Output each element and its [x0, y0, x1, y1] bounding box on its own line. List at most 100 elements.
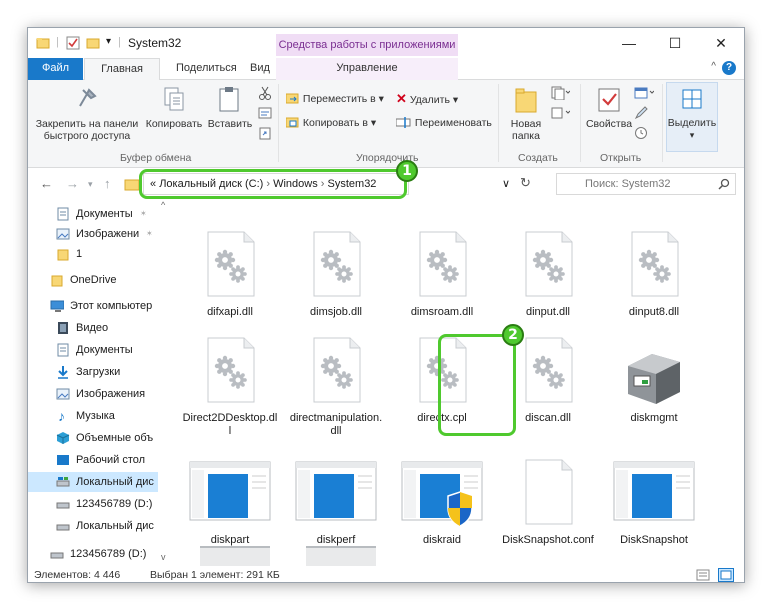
maximize-button[interactable]: ☐ [652, 28, 698, 58]
dll-file-icon [419, 231, 467, 297]
nav-item-pictures[interactable]: Изображения [28, 384, 174, 404]
nav-item-desktop[interactable]: Рабочий стол [28, 450, 174, 470]
nav-item-3d-objects[interactable]: Объемные объ [28, 428, 174, 448]
nav-item-folder-1[interactable]: 1 [28, 244, 174, 264]
nav-pane-scrollbar[interactable]: ^ v [158, 200, 174, 566]
nav-item-drive-d-root[interactable]: 123456789 (D:) [28, 544, 174, 564]
copy-to-button[interactable]: Копировать в ▾ [285, 114, 376, 132]
file-item[interactable]: directmanipulation.dll [288, 336, 384, 438]
file-item[interactable]: dimsroam.dll [394, 230, 490, 319]
easy-access-icon[interactable] [550, 106, 570, 120]
select-label: Выделить [667, 117, 717, 129]
dll-file-icon [313, 231, 361, 297]
properties-label: Свойства [585, 118, 633, 130]
copy-button[interactable]: Копировать [144, 86, 204, 130]
open-icon[interactable] [634, 86, 654, 100]
file-item[interactable]: diskpart [182, 458, 278, 547]
pin-quick-access-button[interactable]: Закрепить на панели быстрого доступа [32, 86, 142, 142]
annotation-highlight-directx [438, 334, 516, 436]
properties-button[interactable]: Свойства [584, 86, 634, 130]
tab-share[interactable]: Поделиться [166, 58, 247, 80]
file-item-partial[interactable] [306, 546, 376, 566]
address-dropdown-icon[interactable]: ∨ [502, 177, 510, 190]
file-item[interactable]: diskraid [394, 458, 490, 547]
disk-management-icon [628, 354, 680, 404]
up-button[interactable]: ↑ [104, 176, 111, 191]
file-item-partial[interactable] [200, 546, 270, 566]
properties-check-icon[interactable] [66, 36, 80, 50]
search-input[interactable]: Поиск: System32 [556, 173, 736, 195]
tab-file[interactable]: Файл [28, 58, 83, 80]
details-view-icon[interactable] [696, 569, 710, 581]
nav-item-music[interactable]: ♪ Музыка [28, 406, 174, 426]
copy-label: Копировать [145, 118, 203, 130]
select-button[interactable]: Выделить ▾ [666, 82, 718, 152]
open-group-label: Открыть [600, 152, 642, 164]
tab-manage[interactable]: Управление [276, 58, 458, 80]
copy-path-icon[interactable] [258, 106, 272, 120]
large-icons-view-icon[interactable] [718, 568, 734, 582]
nav-item-label: Изображения [76, 388, 146, 400]
back-button[interactable]: ← [40, 176, 53, 191]
folder-icon [36, 38, 50, 49]
video-icon [58, 322, 68, 334]
new-folder-icon[interactable] [86, 36, 100, 50]
close-button[interactable]: ✕ [698, 28, 744, 58]
rename-button[interactable]: Переименовать [395, 114, 492, 132]
exe-file-icon [189, 461, 271, 521]
new-item-icon[interactable] [550, 86, 570, 100]
collapse-ribbon-icon[interactable]: ^ [711, 61, 716, 72]
scroll-down-icon[interactable]: v [161, 552, 166, 562]
file-item[interactable]: dimsjob.dll [288, 230, 384, 319]
computer-icon [50, 300, 64, 312]
delete-button[interactable]: ✕ Удалить ▾ [396, 90, 458, 108]
recent-locations-button[interactable]: ▾ [88, 179, 93, 190]
customize-qat-icon[interactable]: ▾ [106, 36, 111, 50]
nav-item-video[interactable]: Видео [28, 318, 174, 338]
nav-item-local-disk[interactable]: Локальный дис [28, 516, 174, 536]
paste-shortcut-icon[interactable] [258, 126, 272, 140]
refresh-icon[interactable]: ↻ [520, 175, 531, 191]
file-thumbnail [400, 458, 484, 530]
move-to-button[interactable]: Переместить в ▾ [285, 90, 384, 108]
tab-view[interactable]: Вид [240, 58, 280, 80]
dll-file-icon [525, 337, 573, 403]
file-item[interactable]: dinput8.dll [606, 230, 702, 319]
new-folder-button[interactable]: Новая папка [504, 86, 548, 142]
dll-file-icon [207, 337, 255, 403]
nav-item-documents[interactable]: Документы [28, 340, 174, 360]
minimize-button[interactable]: — [606, 28, 652, 58]
file-item[interactable]: DiskSnapshot.conf [500, 458, 596, 547]
file-item[interactable]: DiskSnapshot [606, 458, 702, 547]
file-item[interactable]: diskperf [288, 458, 384, 547]
pin-icon [79, 88, 97, 107]
paste-button[interactable]: Вставить [204, 86, 256, 130]
cut-icon[interactable] [258, 86, 272, 100]
file-item[interactable]: Direct2DDesktop.dll [182, 336, 278, 438]
forward-button[interactable]: → [66, 176, 79, 191]
nav-item-pictures-pinned[interactable]: Изображени ✶ [28, 224, 174, 244]
help-icon[interactable]: ? [722, 61, 736, 75]
file-thumbnail [304, 336, 368, 408]
file-thumbnail [516, 336, 580, 408]
file-item[interactable]: difxapi.dll [182, 230, 278, 319]
nav-item-local-disk-c[interactable]: Локальный дис [28, 472, 174, 492]
tab-home[interactable]: Главная [84, 58, 160, 81]
search-icon[interactable] [718, 178, 730, 190]
nav-item-drive-d[interactable]: 123456789 (D:) [28, 494, 174, 514]
file-item[interactable]: dinput.dll [500, 230, 596, 319]
nav-item-documents-pinned[interactable]: Документы ✶ [28, 204, 174, 224]
edit-icon[interactable] [634, 106, 648, 120]
nav-item-downloads[interactable]: Загрузки [28, 362, 174, 382]
nav-item-label: Локальный дис [76, 520, 154, 532]
move-to-icon [285, 93, 299, 104]
exe-shield-icon [401, 461, 483, 527]
history-icon[interactable] [634, 126, 648, 140]
nav-item-onedrive[interactable]: OneDrive [28, 270, 174, 290]
nav-item-this-pc[interactable]: Этот компьютер [28, 296, 174, 316]
nav-item-label: Рабочий стол [76, 454, 146, 466]
navigation-pane: Документы ✶ Изображени ✶ 1 OneDrive Этот… [28, 200, 174, 566]
file-item[interactable]: diskmgmt [606, 336, 702, 425]
scroll-up-icon[interactable]: ^ [161, 200, 165, 210]
nav-item-label: Документы [76, 208, 133, 220]
